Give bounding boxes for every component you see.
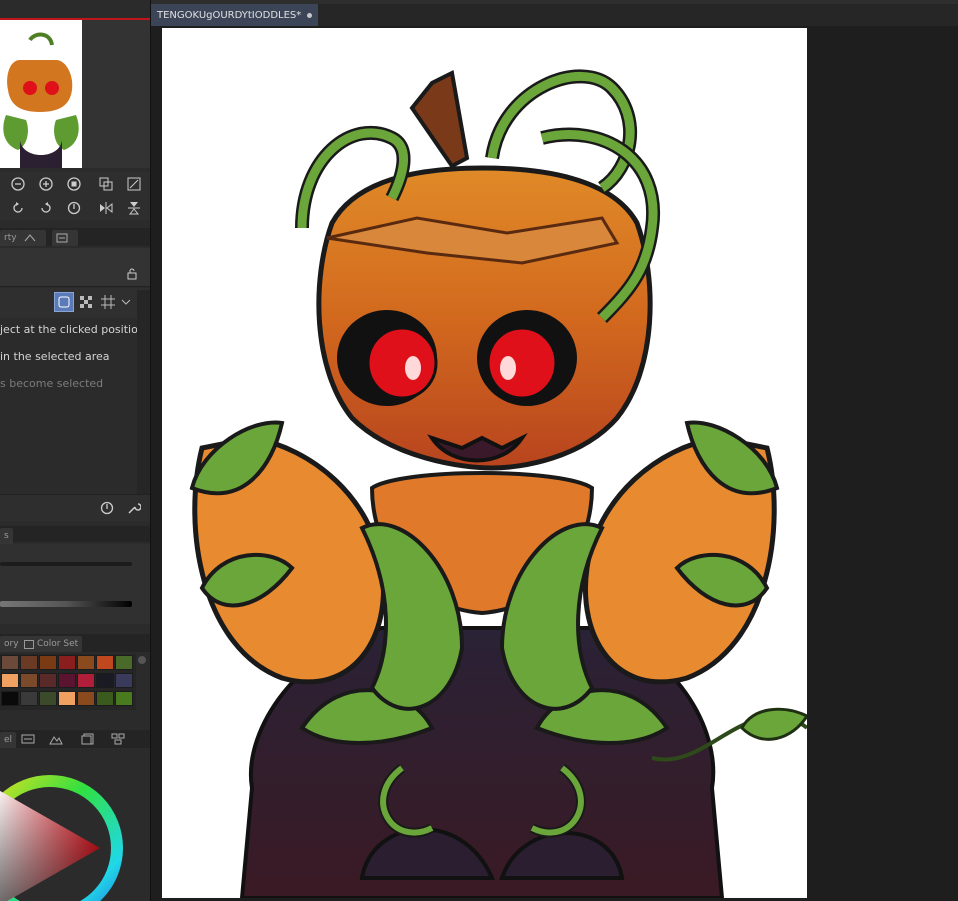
color-swatch[interactable] xyxy=(96,691,114,706)
option-become-selected: s become selected xyxy=(0,377,104,390)
color-swatch[interactable] xyxy=(115,655,133,670)
color-swatch[interactable] xyxy=(58,691,76,706)
selection-mode-row xyxy=(0,288,150,318)
wrench-icon[interactable] xyxy=(126,500,142,516)
color-swatch[interactable] xyxy=(39,673,57,688)
rotate-left-icon[interactable] xyxy=(10,200,26,216)
canvas-area[interactable] xyxy=(151,26,958,901)
color-swatch[interactable] xyxy=(1,691,19,706)
reset-rotation-icon[interactable] xyxy=(66,200,82,216)
color-wheel-panel xyxy=(0,748,150,901)
left-panel: rty ject at the clicked position in the … xyxy=(0,0,150,901)
tab-modified-icon[interactable] xyxy=(307,12,313,18)
lock-icon[interactable] xyxy=(124,266,140,282)
checker-mode-icon[interactable] xyxy=(78,294,94,310)
document-tab-bar: TENGOKUgOURDYtIODDLES* xyxy=(151,4,958,27)
zoom-out-icon[interactable] xyxy=(10,176,26,192)
navigator-toolbar-row1 xyxy=(0,172,150,196)
actual-size-icon[interactable] xyxy=(66,176,82,192)
pages-icon[interactable] xyxy=(80,731,96,747)
option-select-in-area[interactable]: in the selected area xyxy=(0,350,110,363)
fit-window-icon[interactable] xyxy=(126,176,142,192)
navigator-toolbar-row2 xyxy=(0,196,150,220)
color-swatch[interactable] xyxy=(20,691,38,706)
opacity-slider[interactable] xyxy=(0,601,132,607)
tab-tool-property[interactable]: rty xyxy=(0,230,21,246)
tool-property-tabs: rty xyxy=(0,228,150,246)
sub-tool-tabs: s xyxy=(0,526,150,544)
option-select-clicked[interactable]: ject at the clicked position xyxy=(0,323,145,336)
material-icon[interactable] xyxy=(110,731,126,747)
reset-icon[interactable] xyxy=(99,500,115,516)
swatch-scroll-indicator xyxy=(138,656,146,664)
sub-tool-detail-icon xyxy=(24,234,36,242)
mountain-icon[interactable] xyxy=(48,731,64,747)
navigator-thumbnail[interactable] xyxy=(0,20,82,168)
color-swatch[interactable] xyxy=(58,655,76,670)
chevron-down-icon[interactable] xyxy=(118,294,134,310)
color-swatch[interactable] xyxy=(77,655,95,670)
color-swatch[interactable] xyxy=(77,673,95,688)
color-swatch[interactable] xyxy=(77,691,95,706)
select-object-icon xyxy=(58,296,70,308)
color-swatch[interactable] xyxy=(1,673,19,688)
color-swatch[interactable] xyxy=(115,673,133,688)
flip-horizontal-icon[interactable] xyxy=(98,200,114,216)
fit-screen-icon[interactable] xyxy=(98,176,114,192)
document-tab-title: TENGOKUgOURDYtIODDLES* xyxy=(157,9,302,21)
zoom-in-icon[interactable] xyxy=(38,176,54,192)
color-wheel[interactable] xyxy=(0,748,150,901)
color-swatch[interactable] xyxy=(20,673,38,688)
color-swatch[interactable] xyxy=(20,655,38,670)
color-swatch[interactable] xyxy=(1,655,19,670)
layer-property-icon xyxy=(56,233,68,243)
size-slider[interactable] xyxy=(0,562,132,566)
color-set-icon xyxy=(24,639,34,649)
document-tab[interactable]: TENGOKUgOURDYtIODDLES* xyxy=(151,4,319,26)
tool-property-footer xyxy=(0,494,150,521)
color-panel-tabs: ory Color Set xyxy=(0,634,150,652)
select-mode-button[interactable] xyxy=(54,292,74,312)
navigator-empty-area xyxy=(82,20,150,168)
color-swatch[interactable] xyxy=(115,691,133,706)
navigator-preview-image xyxy=(3,32,79,168)
flip-vertical-icon[interactable] xyxy=(126,200,142,216)
rotate-right-icon[interactable] xyxy=(38,200,54,216)
sub-tool-panel xyxy=(0,544,150,624)
tab-color-set[interactable]: Color Set xyxy=(20,636,83,652)
drawing-canvas[interactable] xyxy=(162,28,807,898)
color-swatch[interactable] xyxy=(39,655,57,670)
layer-search-icon[interactable] xyxy=(20,731,36,747)
color-swatch-grid xyxy=(0,654,136,710)
artwork-pumpkin-creature xyxy=(189,69,807,898)
layer-panel-tabs: el xyxy=(0,730,150,748)
tab-sub-tool[interactable]: s xyxy=(0,528,13,544)
tool-property-scrollbar[interactable] xyxy=(137,290,150,494)
tool-property-header xyxy=(0,248,150,287)
color-swatch[interactable] xyxy=(39,691,57,706)
color-swatch[interactable] xyxy=(96,673,114,688)
tab-layer[interactable]: el xyxy=(0,732,17,748)
tab-sub-tool-detail[interactable] xyxy=(20,230,46,246)
grid-mode-icon[interactable] xyxy=(100,294,116,310)
color-swatch[interactable] xyxy=(96,655,114,670)
color-swatch[interactable] xyxy=(58,673,76,688)
tab-layer-property[interactable] xyxy=(52,230,78,246)
